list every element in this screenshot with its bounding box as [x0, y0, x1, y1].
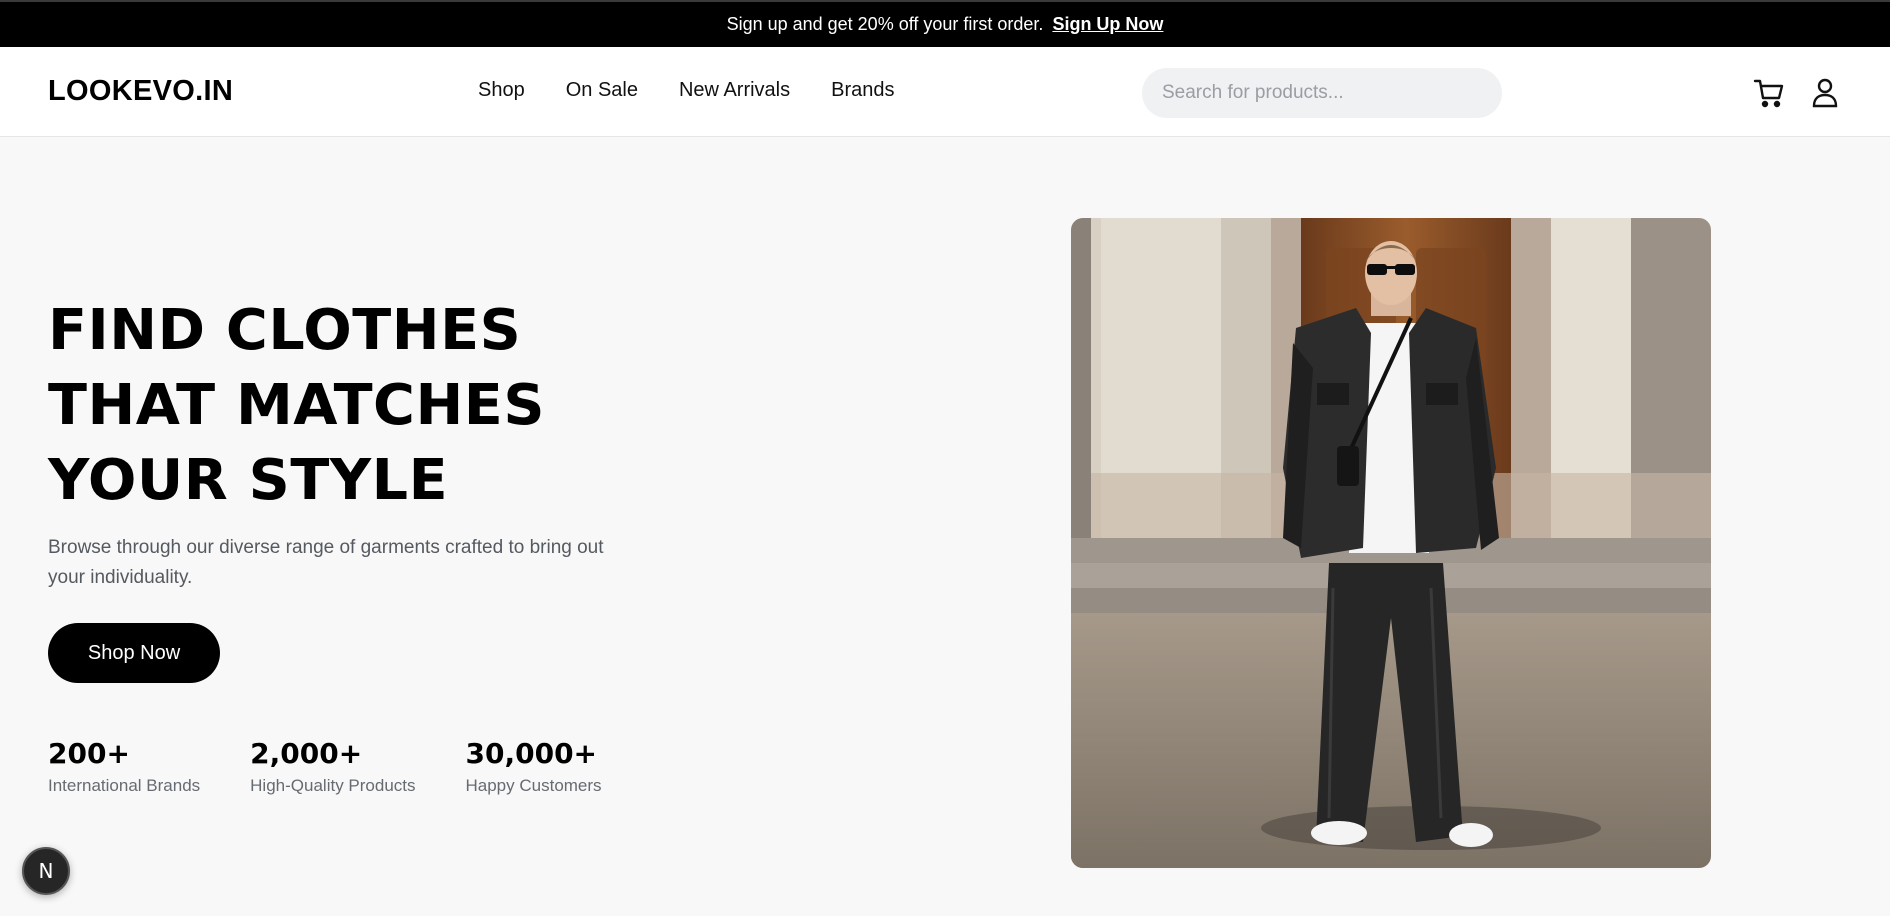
site-logo[interactable]: LOOKEVO.IN [48, 75, 233, 108]
stat-label: International Brands [48, 776, 201, 795]
promo-text: Sign up and get 20% off your first order… [726, 14, 1044, 34]
stat-products: 2,000+ High-Quality Products [250, 736, 415, 796]
shop-now-button[interactable]: Shop Now [48, 623, 220, 683]
stat-value: 30,000+ [465, 737, 598, 770]
user-icon[interactable] [1808, 76, 1842, 110]
navbar: LOOKEVO.IN Shop On Sale New Arrivals Bra… [0, 47, 1890, 137]
hero-image [1071, 218, 1711, 868]
promo-banner: Sign up and get 20% off your first order… [0, 0, 1890, 47]
sign-up-link[interactable]: Sign Up Now [1052, 14, 1163, 35]
search-input[interactable] [1142, 68, 1502, 118]
hero-title-line: FIND CLOTHES [48, 298, 522, 363]
nextjs-dev-badge[interactable]: N [22, 847, 70, 895]
hero-title-line: YOUR STYLE [48, 448, 449, 513]
nav-link-shop[interactable]: Shop [478, 79, 525, 102]
nav-link-brands[interactable]: Brands [831, 79, 894, 102]
stat-value: 200+ [48, 737, 130, 770]
hero-title-line: THAT MATCHES [48, 373, 545, 438]
stats-row: 200+ International Brands 2,000+ High-Qu… [48, 736, 652, 796]
nav-link-new-arrivals[interactable]: New Arrivals [679, 79, 790, 102]
stat-value: 2,000+ [250, 737, 363, 770]
cart-icon[interactable] [1752, 76, 1786, 110]
main-nav: Shop On Sale New Arrivals Brands [478, 79, 936, 102]
hero-model-illustration [1071, 218, 1711, 868]
hero-subtitle: Browse through our diverse range of garm… [48, 537, 604, 588]
stat-brands: 200+ International Brands [48, 736, 200, 796]
stat-label: High-Quality Products [250, 776, 416, 795]
stat-customers: 30,000+ Happy Customers [466, 736, 602, 796]
nav-link-on-sale[interactable]: On Sale [566, 79, 638, 102]
hero-title: FIND CLOTHES THAT MATCHES YOUR STYLE [48, 293, 762, 518]
stat-label: Happy Customers [465, 776, 602, 795]
